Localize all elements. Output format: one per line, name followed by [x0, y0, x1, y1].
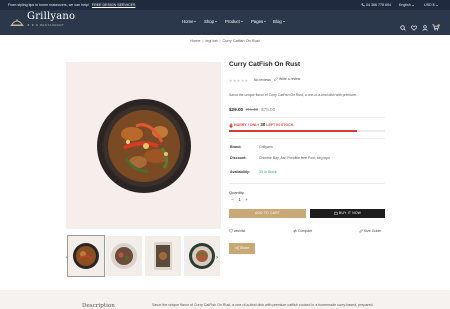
original-price: $75.00: [261, 107, 276, 112]
dish-cover-icon: [10, 19, 24, 26]
write-review-link[interactable]: Write a review: [274, 77, 300, 82]
stock-urgency-text: HURRY ! ONLY 30 LEFT IN STOCK.: [229, 122, 294, 128]
curry-dish-image: [97, 99, 191, 193]
fire-icon: [229, 122, 233, 128]
share-icon: [235, 246, 239, 250]
size-guide-link[interactable]: Size Guide: [359, 229, 381, 233]
meta-label-discount: Discount:: [230, 156, 247, 160]
account-button[interactable]: [422, 18, 428, 36]
product-main-image[interactable]: [66, 62, 221, 229]
thumbnail-4[interactable]: [184, 236, 220, 276]
phone-contact[interactable]: 04 366 778 694: [361, 3, 391, 7]
phone-number: 04 366 778 694: [366, 3, 391, 7]
current-price: $29.00: [229, 107, 244, 112]
search-button[interactable]: [400, 18, 406, 36]
description-text: Savor the unique flavor of Curry CatFish…: [152, 303, 373, 307]
short-description: Savor the unique flavor of Curry CatFish…: [229, 93, 357, 97]
compare-icon: [293, 229, 297, 233]
chevron-down-icon: [435, 4, 438, 6]
meta-value-brand[interactable]: Grillyano: [259, 145, 273, 149]
heart-icon: [229, 229, 233, 233]
phone-icon: [361, 3, 365, 7]
stock-count: 30: [260, 122, 266, 127]
stock-progress-fill: [229, 130, 357, 132]
product-title: Curry CatFish On Rust: [229, 61, 301, 68]
review-count: No reviews: [254, 78, 271, 82]
chevron-down-icon: [411, 4, 414, 6]
divider: [229, 117, 385, 118]
chevron-down-icon: [240, 21, 243, 23]
quantity-stepper[interactable]: −1 +: [229, 197, 250, 202]
thumbnail-dish-image: [73, 243, 99, 269]
thumbnail-2[interactable]: [106, 236, 142, 276]
meta-label-availability: Availability:: [230, 170, 251, 174]
divider: [229, 138, 385, 139]
logo-title[interactable]: Grillyano: [27, 11, 75, 22]
search-icon: [400, 25, 406, 31]
meta-value-availability: 33 In Stock: [259, 170, 277, 174]
compare-link[interactable]: Compare: [293, 229, 312, 233]
meta-label-brand: Brand:: [230, 145, 242, 149]
heart-icon: [411, 25, 417, 31]
wishlist-button[interactable]: [411, 18, 417, 36]
stock-progress-bar: [229, 130, 385, 132]
nav-blog[interactable]: Blog: [273, 19, 285, 24]
chevron-down-icon: [194, 21, 197, 23]
price-block: $29.00 Rs.48 $75.00: [229, 107, 275, 112]
breadcrumb-home[interactable]: Home: [190, 39, 200, 43]
thumbnail-dish-image: [154, 242, 172, 270]
nav-product[interactable]: Product: [225, 19, 243, 24]
cart-icon: [432, 24, 440, 31]
breadcrumb-collection[interactable]: legi ket: [205, 39, 217, 43]
thumbnail-3[interactable]: [145, 236, 181, 276]
logo-subtitle: ★ ★ ★ RESTAURANT: [27, 23, 65, 27]
tab-description[interactable]: Description: [82, 303, 115, 309]
breadcrumb-current: Curry Catfish On Rust: [222, 39, 260, 43]
nav-home[interactable]: Home: [182, 19, 197, 24]
cart-button[interactable]: [432, 18, 440, 36]
chevron-right-icon: ›: [216, 255, 218, 261]
breadcrumb: Home | legi ket | Curry Catfish On Rust: [190, 39, 260, 43]
thumbnail-dish-image: [189, 243, 215, 269]
add-to-wishlist-link[interactable]: wishlist: [229, 229, 245, 233]
promo-text: From styling tips to home makeovers, we …: [8, 3, 136, 7]
language-selector[interactable]: English: [399, 3, 414, 7]
user-icon: [422, 25, 428, 31]
chevron-down-icon: [264, 21, 267, 23]
meta-value-discount: Chinese Bay, Asri Pondtile free Pool, se…: [259, 156, 331, 160]
quantity-increase-button[interactable]: +: [243, 197, 250, 202]
divider: [229, 183, 385, 184]
thumb-next-button[interactable]: ›: [216, 255, 218, 261]
top-bar: From styling tips to home makeovers, we …: [0, 0, 450, 10]
thumbnail-dish-image: [111, 243, 137, 269]
rating-stars: ★★★★★: [229, 78, 249, 83]
nav-shop[interactable]: Shop: [204, 19, 218, 24]
ruler-icon: [359, 229, 363, 233]
buy-now-button[interactable]: BUY IT NOW: [310, 209, 385, 218]
nav-pages[interactable]: Pages: [251, 19, 267, 24]
add-to-cart-button[interactable]: ADD TO CART: [229, 209, 306, 218]
pencil-icon: [274, 77, 278, 82]
compare-price: Rs.48: [246, 107, 259, 112]
thumbnail-1[interactable]: [67, 235, 105, 277]
share-button[interactable]: Share: [229, 243, 255, 254]
chevron-down-icon: [282, 21, 285, 23]
currency-selector[interactable]: USD $: [424, 3, 438, 7]
chevron-down-icon: [215, 21, 218, 23]
logo-icon[interactable]: [10, 14, 24, 32]
quantity-decrease-button[interactable]: −: [229, 197, 236, 202]
quantity-value[interactable]: 1: [236, 197, 243, 202]
quantity-label: Quantity: [229, 190, 244, 195]
free-design-services-link[interactable]: FREE DESIGN SERVICES: [92, 3, 135, 7]
bag-icon: [334, 211, 338, 215]
